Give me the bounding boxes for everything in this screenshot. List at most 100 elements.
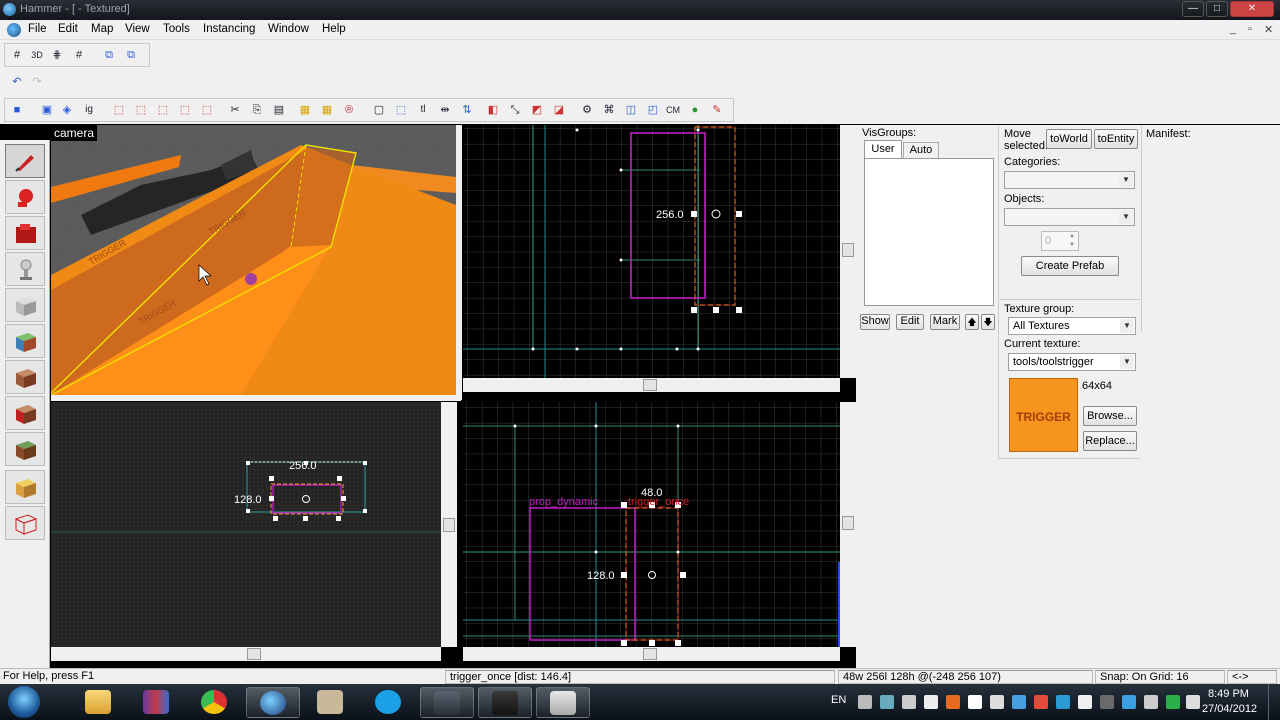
hscroll-thumb[interactable]	[643, 648, 657, 660]
taskbar-skype[interactable]	[362, 687, 416, 718]
block-tool-button[interactable]	[5, 288, 45, 322]
taskbar-window[interactable]	[536, 687, 590, 718]
check-problems-icon[interactable]: ⌘	[600, 101, 618, 119]
viewport-splitter-h[interactable]	[51, 395, 461, 401]
current-texture-dropdown[interactable]: tools/toolstrigger ▼	[1008, 353, 1136, 371]
tray-icon-5[interactable]	[968, 695, 982, 709]
tray-icon-8[interactable]	[1034, 695, 1048, 709]
menu-view[interactable]: View	[125, 23, 150, 35]
to-entity-button[interactable]: toEntity	[1094, 129, 1138, 149]
maximize-button[interactable]: □	[1206, 1, 1228, 17]
flip-vertical-icon[interactable]: ⇅	[458, 101, 476, 119]
3d-grid-icon[interactable]: 3D	[28, 46, 46, 64]
tray-icon-3[interactable]	[924, 695, 938, 709]
vertex-tool-button[interactable]	[5, 506, 45, 540]
show-items-icon[interactable]: ⬚	[176, 101, 194, 119]
menu-help[interactable]: Help	[322, 23, 346, 35]
select-by-handle-icon[interactable]: ⬚	[392, 101, 410, 119]
window-title-bar[interactable]: Hammer - [ - Textured] — □ ✕	[0, 0, 1280, 20]
compile-icon[interactable]: ●	[686, 101, 704, 119]
front-viewport-hscroll[interactable]	[51, 647, 441, 661]
save-icon[interactable]: ■	[8, 101, 26, 119]
visgroups-move-down-button[interactable]: 🡇	[981, 314, 995, 330]
clipping-tool-icon[interactable]: ⤡	[506, 101, 524, 119]
magnify-tool-button[interactable]	[5, 180, 45, 214]
stepper-up-icon[interactable]: ▲	[1067, 233, 1077, 241]
top-2d-viewport[interactable]: 256.0	[463, 125, 840, 378]
front-viewport-vscroll[interactable]	[441, 402, 457, 647]
carve-icon[interactable]: ▣	[38, 101, 56, 119]
menu-tools[interactable]: Tools	[163, 23, 190, 35]
tray-icon-4[interactable]	[946, 695, 960, 709]
cordon-button[interactable]: CM	[664, 101, 682, 119]
helpers-icon[interactable]: ▦	[296, 101, 314, 119]
group-icon[interactable]: ⧉	[100, 46, 118, 64]
properties-icon[interactable]: ⚙	[578, 101, 596, 119]
run-map-icon[interactable]: ◧	[484, 101, 502, 119]
vscroll-thumb[interactable]	[443, 518, 455, 532]
apply-texture-button[interactable]	[5, 360, 45, 394]
viewport-splitter-v[interactable]	[456, 125, 462, 400]
visgroups-tab-user[interactable]: User	[864, 140, 902, 158]
undo-icon[interactable]: ↶	[8, 73, 26, 91]
menu-map[interactable]: Map	[91, 23, 113, 35]
copy-icon[interactable]: ⎘	[248, 101, 266, 119]
side-viewport-vscroll[interactable]	[840, 402, 856, 647]
visgroups-mark-button[interactable]: Mark	[930, 314, 960, 330]
tray-icon-12[interactable]	[1122, 695, 1136, 709]
visgroups-edit-button[interactable]: Edit	[896, 314, 924, 330]
selection-box-icon[interactable]: ▢	[370, 101, 388, 119]
start-button[interactable]	[8, 686, 40, 718]
entity-report-icon[interactable]: ◪	[550, 101, 568, 119]
transform-icon[interactable]: ◫	[622, 101, 640, 119]
cut-icon[interactable]: ✂	[226, 101, 244, 119]
close-button[interactable]: ✕	[1230, 1, 1274, 17]
texture-application-button[interactable]	[5, 324, 45, 358]
objects-dropdown[interactable]: ▼	[1004, 208, 1135, 226]
texture-lock-button[interactable]: tl	[414, 101, 432, 119]
side-viewport-hscroll[interactable]	[463, 647, 840, 661]
flip-horizontal-icon[interactable]: ⇹	[436, 101, 454, 119]
categories-dropdown[interactable]: ▼	[1004, 171, 1135, 189]
tray-icon-13[interactable]	[1166, 695, 1180, 709]
tray-expand-icon[interactable]	[858, 695, 872, 709]
tray-icon-7[interactable]	[1012, 695, 1026, 709]
dot-grid-icon[interactable]: ⋕	[48, 46, 66, 64]
network-icon[interactable]	[1144, 695, 1158, 709]
apply-decals-button[interactable]	[5, 396, 45, 430]
visgroups-list[interactable]	[864, 158, 994, 306]
menu-edit[interactable]: Edit	[58, 23, 78, 35]
prefab-count-stepper[interactable]: 0 ▲ ▼	[1041, 231, 1079, 251]
menu-window[interactable]: Window	[268, 23, 309, 35]
create-prefab-button[interactable]: Create Prefab	[1021, 256, 1119, 276]
taskbar-time[interactable]: 8:49 PM	[1208, 688, 1249, 700]
entity-tool-button[interactable]	[5, 252, 45, 286]
taskbar-steam-2[interactable]	[478, 687, 532, 718]
ignore-grouping-button[interactable]: ig	[80, 101, 98, 119]
taskbar-date[interactable]: 27/04/2012	[1202, 703, 1257, 715]
visgroups-move-up-button[interactable]: 🡅	[965, 314, 979, 330]
language-indicator[interactable]: EN	[831, 694, 846, 706]
vscroll-thumb[interactable]	[842, 243, 854, 257]
quick-hide-icon[interactable]: ⬚	[198, 101, 216, 119]
document-icon[interactable]	[7, 23, 21, 37]
texture-preview[interactable]: TRIGGER	[1009, 378, 1078, 452]
front-2d-viewport[interactable]: 256.0 128.0	[51, 402, 441, 647]
models-icon[interactable]: ▦	[318, 101, 336, 119]
draw-mode-icon[interactable]: ✎	[708, 101, 726, 119]
hscroll-thumb[interactable]	[247, 648, 261, 660]
mdi-minimize-button[interactable]: _	[1230, 23, 1236, 35]
tray-icon-11[interactable]	[1100, 695, 1114, 709]
camera-viewport[interactable]: TRIGGER TRIGGER TRIGGER camera	[51, 125, 456, 395]
taskbar-explorer[interactable]	[72, 687, 126, 718]
grid-toggle-icon[interactable]: #	[8, 46, 26, 64]
hscroll-thumb[interactable]	[643, 379, 657, 391]
taskbar-hammer[interactable]	[246, 687, 300, 718]
taskbar-steam[interactable]	[420, 687, 474, 718]
texture-scale-lock-icon[interactable]: ⬚	[132, 101, 150, 119]
texture-lock-icon[interactable]: ⬚	[110, 101, 128, 119]
taskbar-app[interactable]	[304, 687, 358, 718]
texture-group-dropdown[interactable]: All Textures ▼	[1008, 317, 1136, 335]
menu-file[interactable]: File	[28, 23, 47, 35]
tray-icon-6[interactable]	[990, 695, 1004, 709]
